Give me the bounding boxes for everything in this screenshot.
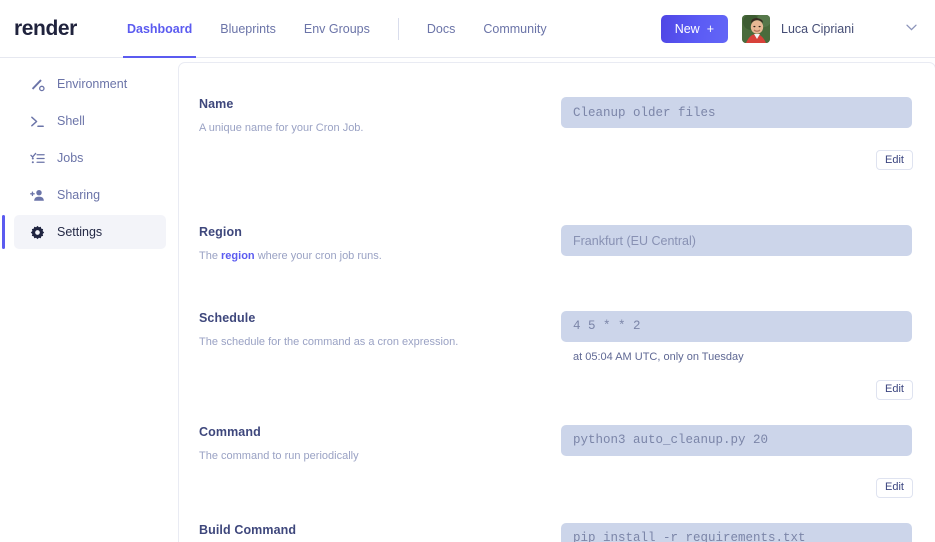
sidebar-item-jobs[interactable]: Jobs	[14, 141, 166, 175]
settings-card: Name A unique name for your Cron Job. Cl…	[178, 62, 935, 542]
render-logo[interactable]: render	[14, 17, 77, 41]
name-label: Name	[199, 97, 543, 111]
nav-item-community[interactable]: Community	[469, 0, 560, 57]
region-label: Region	[199, 225, 543, 239]
name-description: A unique name for your Cron Job.	[199, 120, 543, 138]
terminal-icon	[30, 114, 45, 129]
sidebar-item-environment[interactable]: Environment	[14, 67, 166, 101]
name-description-block: Name A unique name for your Cron Job.	[199, 97, 561, 138]
name-value-block: Cleanup older files Edit	[561, 97, 913, 170]
new-button-label: New	[675, 22, 700, 36]
region-desc-prefix: The	[199, 250, 221, 262]
setting-row-region: Region The region where your cron job ru…	[199, 225, 913, 266]
schedule-hint: at 05:04 AM UTC, only on Tuesday	[561, 351, 913, 363]
sidebar: Environment Shell Jobs Sharing Settings	[0, 58, 178, 542]
schedule-edit-button[interactable]: Edit	[876, 380, 913, 400]
header-right-cluster: New + Luca Cipriani	[661, 0, 935, 57]
setting-row-schedule: Schedule The schedule for the command as…	[199, 311, 913, 400]
command-description-block: Command The command to run periodically	[199, 425, 561, 466]
sidebar-item-label: Settings	[57, 225, 102, 239]
nav-item-dashboard[interactable]: Dashboard	[113, 0, 206, 57]
command-edit-wrap: Edit	[561, 478, 913, 498]
page-body: Environment Shell Jobs Sharing Settings	[0, 58, 935, 542]
top-header: render Dashboard Blueprints Env Groups D…	[0, 0, 935, 58]
avatar[interactable]	[742, 15, 770, 43]
name-edit-button[interactable]: Edit	[876, 150, 913, 170]
command-value-block: python3 auto_cleanup.py 20 Edit	[561, 425, 913, 498]
region-description: The region where your cron job runs.	[199, 248, 543, 266]
schedule-edit-wrap: Edit	[561, 380, 913, 400]
schedule-input[interactable]: 4 5 * * 2	[561, 311, 912, 342]
nav-item-docs[interactable]: Docs	[413, 0, 469, 57]
region-description-block: Region The region where your cron job ru…	[199, 225, 561, 266]
region-select[interactable]: Frankfurt (EU Central)	[561, 225, 912, 256]
region-value-block: Frankfurt (EU Central)	[561, 225, 913, 256]
main-content: Name A unique name for your Cron Job. Cl…	[178, 58, 935, 542]
build-command-value-block: pip install -r requirements.txt Edit	[561, 523, 913, 542]
setting-row-command: Command The command to run periodically …	[199, 425, 913, 498]
nav-divider	[398, 18, 399, 40]
command-input[interactable]: python3 auto_cleanup.py 20	[561, 425, 912, 456]
sidebar-item-shell[interactable]: Shell	[14, 104, 166, 138]
schedule-description-block: Schedule The schedule for the command as…	[199, 311, 561, 352]
setting-row-build-command: Build Command This command runs in the r…	[199, 523, 913, 542]
region-desc-suffix: where your cron job runs.	[255, 250, 382, 262]
schedule-value-block: 4 5 * * 2 at 05:04 AM UTC, only on Tuesd…	[561, 311, 913, 400]
command-edit-button[interactable]: Edit	[876, 478, 913, 498]
tune-icon	[30, 77, 45, 92]
schedule-description: The schedule for the command as a cron e…	[199, 334, 543, 352]
sidebar-item-label: Environment	[57, 77, 127, 91]
user-name: Luca Cipriani	[781, 22, 854, 36]
name-edit-wrap: Edit	[561, 150, 913, 170]
person-add-icon	[30, 188, 45, 203]
sidebar-item-label: Shell	[57, 114, 85, 128]
plus-icon: +	[707, 22, 714, 36]
checklist-icon	[30, 151, 45, 166]
region-doc-link[interactable]: region	[221, 250, 255, 262]
nav-item-env-groups[interactable]: Env Groups	[290, 0, 384, 57]
primary-nav: Dashboard Blueprints Env Groups Docs Com…	[113, 0, 561, 57]
build-command-input[interactable]: pip install -r requirements.txt	[561, 523, 912, 542]
sidebar-item-settings[interactable]: Settings	[14, 215, 166, 249]
nav-item-blueprints[interactable]: Blueprints	[206, 0, 290, 57]
chevron-down-icon[interactable]	[906, 23, 917, 34]
sidebar-item-label: Jobs	[57, 151, 83, 165]
build-command-description-block: Build Command This command runs in the r…	[199, 523, 561, 542]
gear-icon	[30, 225, 45, 240]
build-command-label: Build Command	[199, 523, 543, 537]
new-button[interactable]: New +	[661, 15, 728, 43]
sidebar-item-label: Sharing	[57, 188, 100, 202]
schedule-label: Schedule	[199, 311, 543, 325]
command-description: The command to run periodically	[199, 448, 543, 466]
setting-row-name: Name A unique name for your Cron Job. Cl…	[199, 97, 913, 170]
sidebar-item-sharing[interactable]: Sharing	[14, 178, 166, 212]
name-input[interactable]: Cleanup older files	[561, 97, 912, 128]
command-label: Command	[199, 425, 543, 439]
